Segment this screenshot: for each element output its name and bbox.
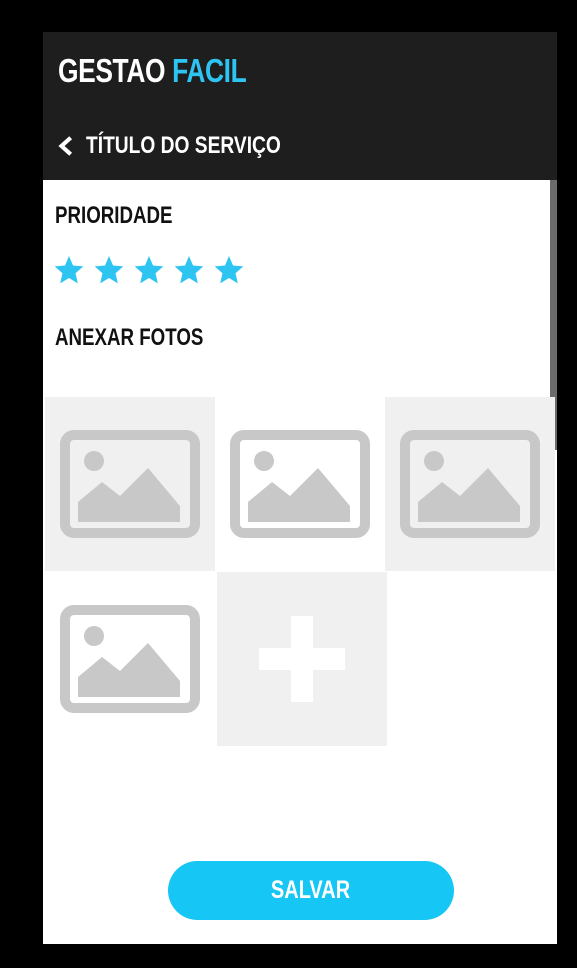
photo-tile[interactable]: [385, 397, 555, 571]
save-button-label: SALVAR: [271, 876, 351, 904]
priority-label: PRIORIDADE: [55, 202, 173, 229]
star-icon[interactable]: [173, 254, 205, 286]
image-placeholder-icon: [60, 430, 200, 538]
photo-tile[interactable]: [45, 572, 215, 746]
chevron-left-icon: [58, 136, 73, 156]
app-header: GESTAO FACIL TÍTULO DO SERVIÇO: [43, 32, 557, 180]
save-button[interactable]: SALVAR: [168, 861, 454, 920]
app-screen: GESTAO FACIL TÍTULO DO SERVIÇO PRIORIDAD…: [43, 32, 557, 944]
attach-photos-label: ANEXAR FOTOS: [55, 324, 204, 351]
app-title-primary: GESTAO: [58, 52, 166, 89]
image-placeholder-icon: [60, 605, 200, 713]
photo-tile[interactable]: [215, 397, 385, 571]
photo-tile[interactable]: [45, 397, 215, 571]
star-icon[interactable]: [93, 254, 125, 286]
back-button[interactable]: TÍTULO DO SERVIÇO: [56, 130, 330, 162]
add-photo-button[interactable]: [217, 572, 387, 746]
star-icon[interactable]: [53, 254, 85, 286]
image-placeholder-icon: [400, 430, 540, 538]
image-placeholder-icon: [230, 430, 370, 538]
service-title: TÍTULO DO SERVIÇO: [86, 132, 281, 159]
app-title-accent: FACIL: [172, 52, 247, 89]
plus-icon: [259, 616, 345, 702]
star-icon[interactable]: [133, 254, 165, 286]
priority-rating[interactable]: [53, 254, 245, 286]
star-icon[interactable]: [213, 254, 245, 286]
app-title: GESTAO FACIL: [58, 52, 247, 90]
